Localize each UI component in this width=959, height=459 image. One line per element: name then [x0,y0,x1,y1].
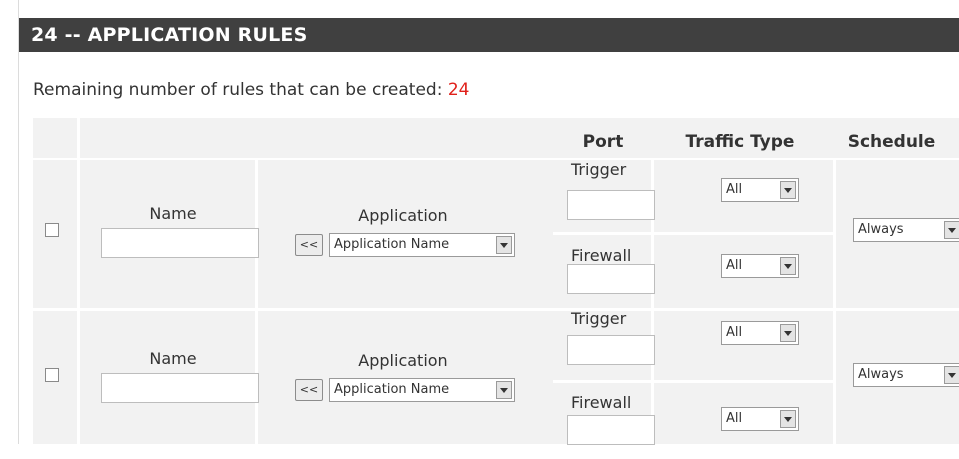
firewall-traffic-select[interactable]: All [721,407,799,431]
application-select-value: Application Name [334,382,450,397]
chevron-down-icon[interactable] [780,410,796,428]
chevron-down-icon[interactable] [944,366,959,384]
firewall-port-input[interactable] [567,264,655,294]
chevron-down-icon[interactable] [780,324,796,342]
chevron-down-icon[interactable] [780,257,796,275]
trigger-traffic-value: All [726,182,743,197]
application-select[interactable]: Application Name [329,378,515,402]
enable-checkbox[interactable] [45,368,59,382]
trigger-label: Trigger [571,160,627,179]
firewall-traffic-value: All [726,411,743,426]
firewall-port-input[interactable] [567,415,655,445]
rules-table: Port Traffic Type Schedule Name Applicat… [33,118,959,445]
copy-application-button[interactable]: << [295,379,323,401]
rule-row-1: Name Application << Application Name Tri… [33,160,959,308]
rule-row-2: Name Application << Application Name Tri… [33,309,959,459]
remaining-label: Remaining number of rules that can be cr… [33,80,443,100]
chevron-down-icon[interactable] [944,221,959,239]
trigger-port-input[interactable] [567,335,655,365]
schedule-select[interactable]: Always [853,218,959,242]
name-input[interactable] [101,373,259,403]
table-header-row: Port Traffic Type Schedule [33,118,959,160]
schedule-select[interactable]: Always [853,363,959,387]
remaining-rules-text: Remaining number of rules that can be cr… [33,80,469,100]
chevron-down-icon[interactable] [496,381,512,399]
section-title: 24 -- APPLICATION RULES [19,18,959,52]
name-label: Name [149,204,197,223]
copy-application-button[interactable]: << [295,234,323,256]
name-input[interactable] [101,228,259,258]
header-traffic-type: Traffic Type [685,132,795,152]
trigger-port-input[interactable] [567,190,655,220]
application-rules-panel: 24 -- APPLICATION RULES Remaining number… [18,0,959,445]
schedule-value: Always [858,222,904,237]
name-label: Name [149,349,197,368]
remaining-count: 24 [447,80,470,100]
firewall-label: Firewall [571,246,632,265]
firewall-label: Firewall [571,393,632,412]
application-label: Application [358,206,448,225]
enable-checkbox[interactable] [45,223,59,237]
header-port: Port [582,132,624,152]
header-schedule: Schedule [847,132,936,152]
trigger-traffic-select[interactable]: All [721,321,799,345]
trigger-traffic-select[interactable]: All [721,178,799,202]
trigger-traffic-value: All [726,325,743,340]
application-select-value: Application Name [334,237,450,252]
application-label: Application [358,351,448,370]
chevron-down-icon[interactable] [496,236,512,254]
schedule-value: Always [858,367,904,382]
chevron-down-icon[interactable] [780,181,796,199]
trigger-label: Trigger [571,309,627,328]
application-select[interactable]: Application Name [329,233,515,257]
firewall-traffic-select[interactable]: All [721,254,799,278]
firewall-traffic-value: All [726,258,743,273]
